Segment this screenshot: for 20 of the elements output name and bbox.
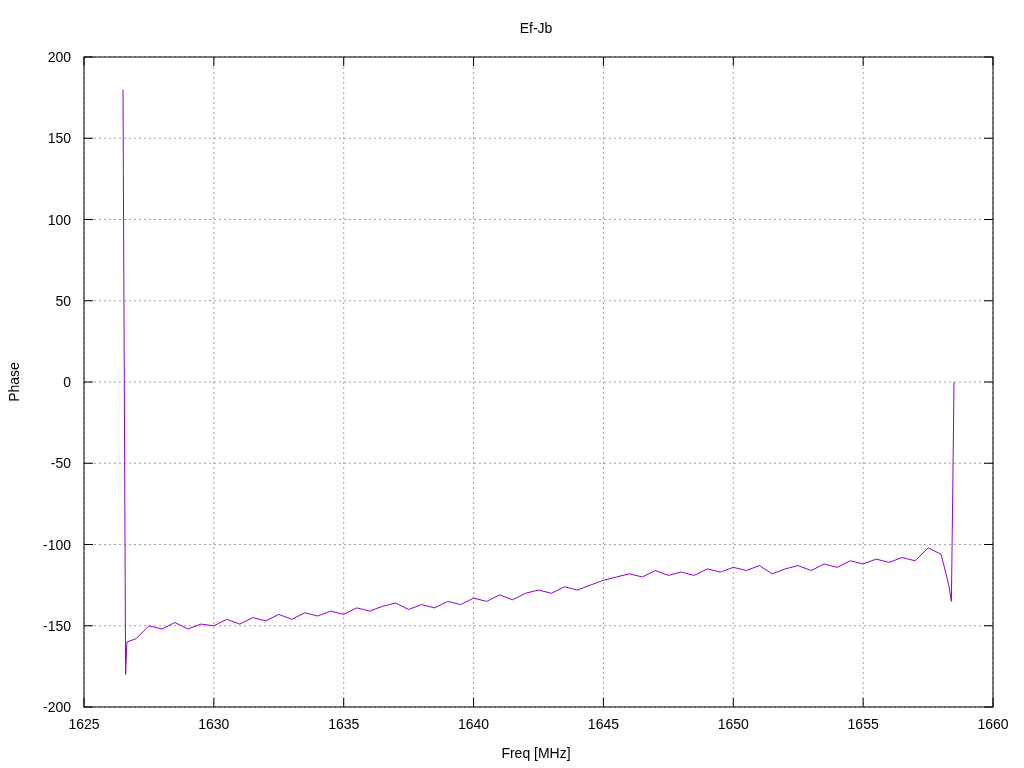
x-tick-label: 1630 <box>198 716 230 732</box>
x-tick-label: 1650 <box>717 716 749 732</box>
y-tick-label: -100 <box>42 536 71 553</box>
x-axis-label: Freq [MHz] <box>501 745 571 761</box>
y-tick-label: 200 <box>47 49 71 65</box>
x-tick-label: 1635 <box>328 716 360 732</box>
x-tick-label: 1655 <box>847 716 879 732</box>
y-tick-label: 0 <box>63 374 71 390</box>
x-tick-label: 1660 <box>977 716 1009 732</box>
y-axis-label: Phase <box>6 362 22 402</box>
y-tick-label: 150 <box>47 130 71 147</box>
x-tick-label: 1640 <box>458 716 490 732</box>
chart-title: Ef-Jb <box>519 20 553 36</box>
y-tick-label: -50 <box>50 455 71 472</box>
x-tick-label: 1625 <box>68 716 100 732</box>
y-tick-label: 100 <box>47 211 71 228</box>
y-tick-label: -150 <box>42 617 71 634</box>
y-tick-label: -200 <box>42 699 71 715</box>
y-tick-label: 50 <box>55 292 71 309</box>
x-tick-label: 1645 <box>587 716 619 732</box>
